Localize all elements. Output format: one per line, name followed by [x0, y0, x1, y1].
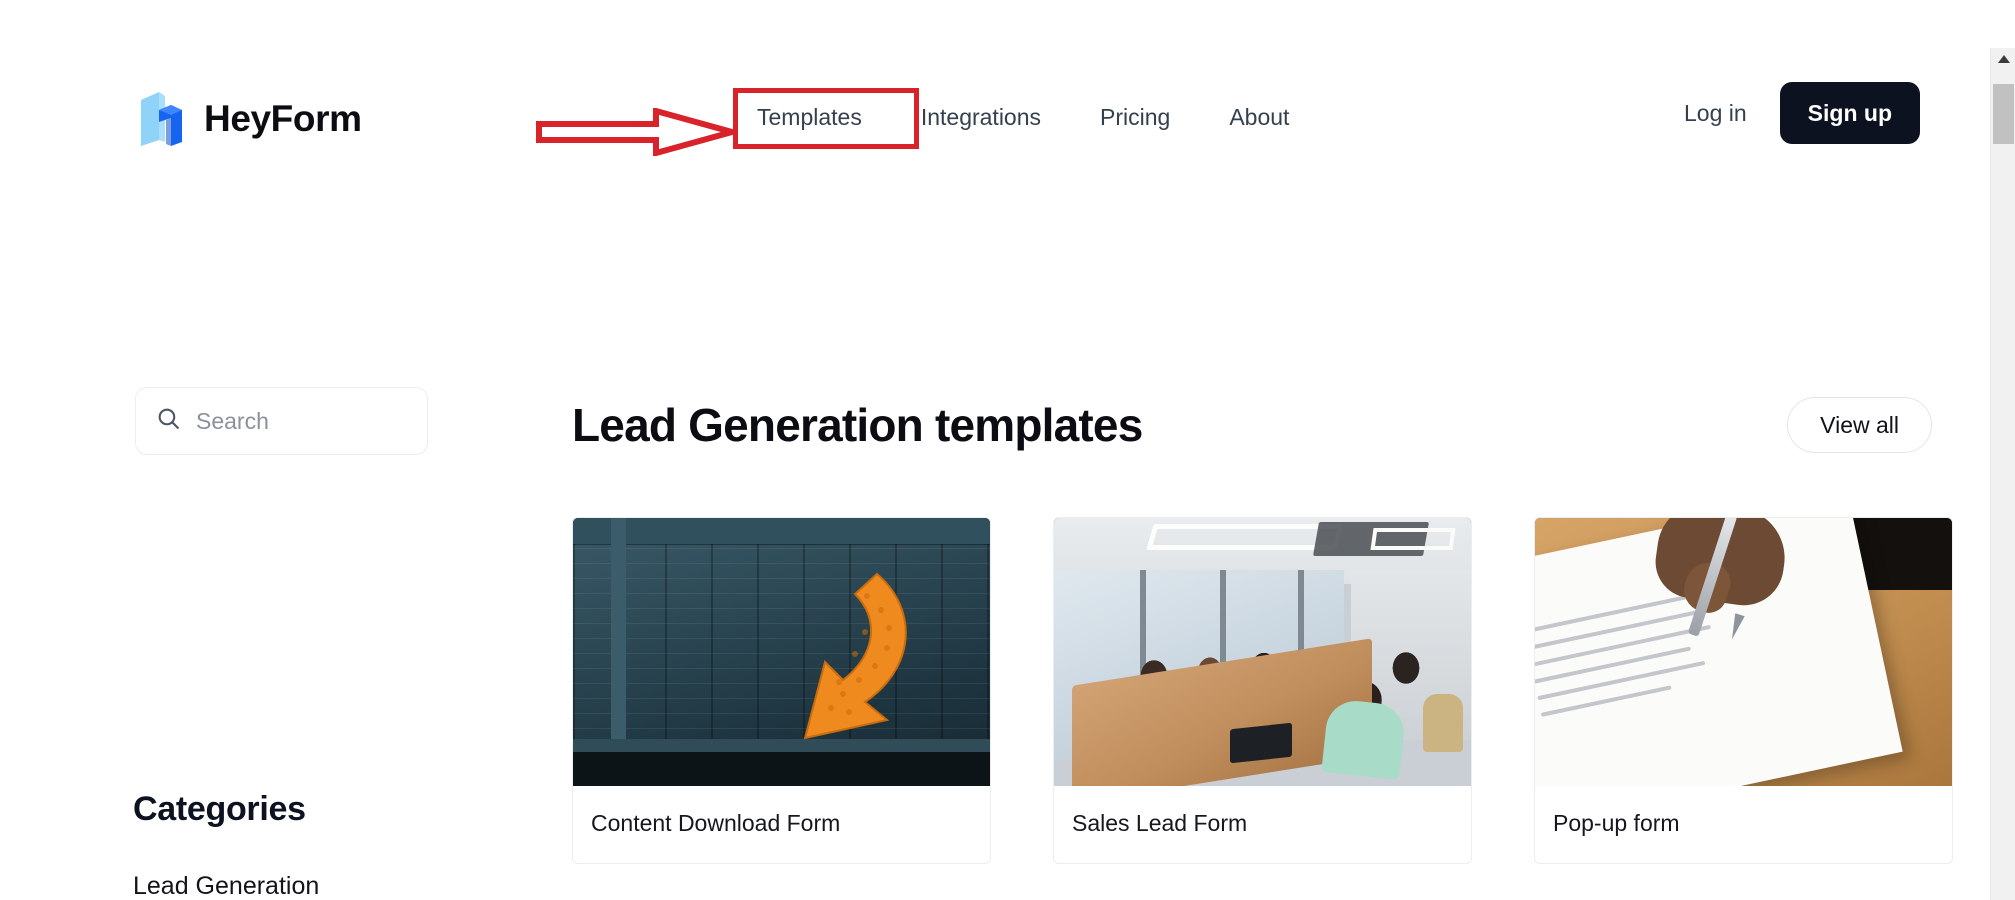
template-thumbnail-brick-wall-orange-arrow: [573, 518, 990, 786]
section-header: Lead Generation templates View all: [572, 397, 1932, 453]
brand-name: HeyForm: [204, 97, 362, 139]
template-thumbnail-hand-signing-document: [1535, 518, 1952, 786]
sidebar: Categories Lead Generation Survey Reques…: [0, 265, 476, 900]
scroll-up-arrow-icon[interactable]: [1991, 48, 2015, 70]
search-icon: [156, 406, 181, 436]
template-thumbnail-conference-room-meeting: [1054, 518, 1471, 786]
template-card[interactable]: Content Download Form: [572, 517, 991, 864]
nav-link-about[interactable]: About: [1229, 106, 1289, 129]
search-box[interactable]: [135, 387, 428, 455]
template-card-title: Content Download Form: [591, 810, 841, 836]
scroll-thumb[interactable]: [1993, 84, 2014, 144]
top-navigation-bar: HeyForm Templates Integrations Pricing A…: [0, 0, 1990, 192]
heyform-logo-icon: [138, 88, 185, 148]
login-link[interactable]: Log in: [1684, 101, 1747, 125]
template-card[interactable]: Pop-up form: [1534, 517, 1953, 864]
template-card-grid: Content Download Form Sales Lead Form Po…: [572, 517, 1972, 864]
category-item-lead-generation[interactable]: Lead Generation: [133, 874, 433, 899]
category-list: Lead Generation Survey Request Remote Wo…: [133, 874, 433, 900]
brand-logo-link[interactable]: HeyForm: [138, 88, 362, 148]
nav-actions: Log in Sign up: [1684, 82, 1920, 144]
page-root: HeyForm Templates Integrations Pricing A…: [0, 0, 2015, 900]
search-input[interactable]: [196, 407, 407, 435]
page-title: Lead Generation templates: [572, 399, 1143, 451]
categories-title: Categories: [133, 790, 306, 828]
nav-link-integrations[interactable]: Integrations: [921, 106, 1041, 129]
main-content: Lead Generation templates View all Conte…: [476, 265, 1990, 900]
nav-link-templates[interactable]: Templates: [757, 106, 862, 129]
template-card[interactable]: Sales Lead Form: [1053, 517, 1472, 864]
nav-links: Templates Integrations Pricing About: [757, 106, 1289, 129]
template-card-title: Pop-up form: [1553, 810, 1680, 836]
vertical-scrollbar[interactable]: [1990, 48, 2015, 900]
nav-link-pricing[interactable]: Pricing: [1100, 106, 1170, 129]
view-all-button[interactable]: View all: [1787, 397, 1932, 453]
template-card-title: Sales Lead Form: [1072, 810, 1248, 836]
signup-button[interactable]: Sign up: [1779, 82, 1920, 144]
